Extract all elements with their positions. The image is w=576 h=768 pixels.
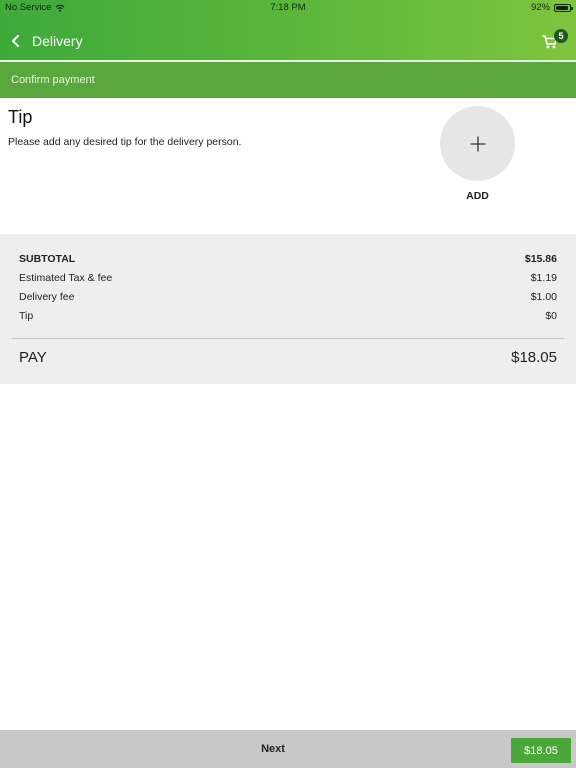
header: No Service 7:18 PM 92% Delivery 5 — [0, 0, 576, 60]
summary-row-tip: Tip $0 — [19, 310, 557, 324]
subtotal-value: $15.86 — [524, 253, 557, 265]
back-chevron-icon[interactable] — [8, 31, 24, 51]
subtotal-label: SUBTOTAL — [19, 253, 76, 265]
page-title: Delivery — [32, 33, 83, 49]
delivery-fee-label: Delivery fee — [19, 291, 75, 303]
payment-summary: SUBTOTAL $15.86 Estimated Tax & fee $1.1… — [0, 234, 576, 384]
tip-description: Please add any desired tip for the deliv… — [8, 136, 242, 148]
add-tip-label[interactable]: ADD — [440, 190, 515, 202]
status-right: 92% — [530, 2, 573, 13]
confirm-payment-label: Confirm payment — [11, 74, 95, 86]
add-tip-button[interactable] — [440, 106, 515, 181]
battery-icon — [554, 3, 573, 12]
app-root: No Service 7:18 PM 92% Delivery 5 Confir… — [0, 0, 576, 768]
tax-label: Estimated Tax & fee — [19, 272, 113, 284]
tip-row-value: $0 — [545, 310, 557, 322]
pay-total-row: PAY $18.05 — [19, 349, 557, 369]
battery-percent: 92% — [530, 2, 550, 13]
summary-row-subtotal: SUBTOTAL $15.86 — [19, 253, 557, 267]
next-button[interactable]: Next — [0, 743, 546, 755]
pay-total-value: $18.05 — [511, 349, 557, 366]
status-time: 7:18 PM — [270, 2, 306, 13]
plus-icon — [470, 136, 485, 151]
confirm-payment-bar: Confirm payment — [0, 62, 576, 98]
pay-label: PAY — [19, 349, 47, 366]
summary-divider — [12, 338, 564, 339]
navbar: Delivery 5 — [0, 25, 576, 57]
pay-button[interactable]: $18.05 — [511, 738, 571, 763]
status-bar: No Service 7:18 PM 92% — [0, 0, 576, 16]
summary-row-tax: Estimated Tax & fee $1.19 — [19, 272, 557, 286]
cart-count-badge: 5 — [554, 29, 568, 43]
summary-row-delivery-fee: Delivery fee $1.00 — [19, 291, 557, 305]
bottom-bar: Next $18.05 — [0, 730, 576, 768]
tip-title: Tip — [8, 107, 33, 127]
tax-value: $1.19 — [530, 272, 557, 284]
delivery-fee-value: $1.00 — [530, 291, 557, 303]
cart-button[interactable]: 5 — [542, 29, 568, 53]
tip-row-label: Tip — [19, 310, 34, 322]
tip-section: Tip Please add any desired tip for the d… — [0, 98, 576, 234]
